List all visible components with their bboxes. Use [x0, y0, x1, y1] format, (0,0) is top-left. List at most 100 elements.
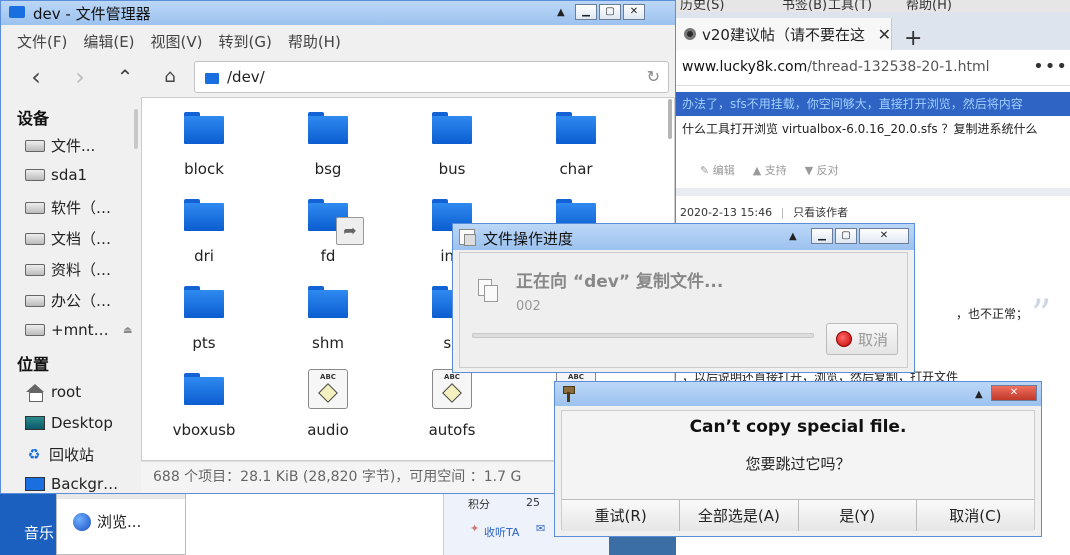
page-actions-icon[interactable]: ••• — [1033, 56, 1068, 77]
sidebar-place-trash[interactable]: ♻ 回收站 — [25, 444, 94, 465]
author-only-link[interactable]: 只看该作者 — [793, 206, 848, 219]
back-button[interactable]: ‹ — [21, 63, 51, 91]
menu-view[interactable]: 视图(V) — [151, 31, 203, 52]
url-path: /thread-132538-20-1.html — [807, 59, 990, 75]
chevron-up-icon[interactable]: ▲ — [789, 231, 797, 242]
score-label: 积分 — [468, 498, 490, 511]
sidebar-device-data[interactable]: 资料（… — [25, 259, 111, 280]
drive-icon — [25, 324, 45, 336]
menu-file[interactable]: 文件(F) — [17, 31, 67, 52]
file-item[interactable]: char — [514, 108, 638, 184]
maximize-button[interactable]: ▢ — [599, 4, 621, 20]
menubar: 文件(F) 编辑(E) 视图(V) 转到(G) 帮助(H) — [1, 27, 675, 55]
browser-menu-tools[interactable]: 工具(T) — [828, 0, 872, 12]
oppose-action[interactable]: ▼ 反对 — [805, 162, 839, 178]
alert-titlebar[interactable]: ▲ ✕ — [555, 382, 1041, 406]
menu-go[interactable]: 转到(G) — [219, 31, 272, 52]
url-bar[interactable]: www.lucky8k.com/thread-132538-20-1.html … — [676, 50, 1070, 86]
browse-item[interactable]: 浏览... — [57, 499, 185, 532]
yes-button[interactable]: 是(Y) — [797, 500, 916, 531]
post-meta: 2020-2-13 15:46 只看该作者 — [680, 204, 848, 220]
file-item[interactable]: ABC autofs — [390, 369, 514, 445]
browser-menu-bookmarks[interactable]: 书签(B) — [782, 0, 827, 12]
sidebar-place-backgrounds[interactable]: Backgr… — [25, 475, 118, 493]
home-button[interactable]: ⌂ — [155, 63, 185, 91]
close-button[interactable]: ✕ — [859, 228, 909, 244]
cancel-button[interactable]: 取消(C) — [915, 500, 1034, 531]
folder-icon — [308, 286, 348, 318]
sidebar-device-software[interactable]: 软件（… — [25, 197, 111, 218]
edit-action[interactable]: ✎ 编辑 — [700, 162, 735, 178]
menu-edit[interactable]: 编辑(E) — [83, 31, 134, 52]
sidebar-device-files[interactable]: 文件... — [25, 135, 95, 156]
file-item[interactable]: dri — [142, 195, 266, 271]
tab-favicon — [684, 28, 696, 40]
folder-icon — [205, 73, 219, 84]
file-item[interactable]: block — [142, 108, 266, 184]
sidebar-device-mnt[interactable]: +mnt… — [25, 321, 109, 339]
folder-icon — [556, 112, 596, 144]
places-heading: 位置 — [17, 355, 50, 374]
file-item-label: char — [559, 160, 593, 178]
toolbar: ‹ › ⌃ ⌂ /dev/ ↻ — [1, 57, 675, 97]
location-bar[interactable]: /dev/ ↻ — [194, 61, 669, 93]
sidebar-scrollbar[interactable] — [134, 109, 138, 149]
tab-close-icon[interactable]: ✕ — [878, 25, 891, 44]
chevron-up-icon[interactable]: ▲ — [975, 389, 983, 400]
sidebar-device-sda1[interactable]: sda1 — [25, 166, 87, 184]
progress-titlebar[interactable]: 文件操作进度 ▲ ▁ ▢ ✕ — [453, 224, 914, 250]
desktop-icon-label[interactable]: 音乐 — [24, 522, 54, 543]
content-scrollbar[interactable] — [668, 99, 672, 139]
yes-to-all-button[interactable]: 全部选是(A) — [679, 500, 798, 531]
progress-cancel-button[interactable]: 取消 — [826, 323, 898, 355]
folder-icon — [308, 112, 348, 144]
up-button[interactable]: ⌃ — [110, 63, 140, 91]
minimize-button[interactable]: ▁ — [811, 228, 833, 244]
chevron-up-icon[interactable]: ▲ — [557, 7, 565, 18]
file-manager-titlebar[interactable]: dev - 文件管理器 ▲ ▁ ▢ ✕ — [1, 1, 675, 25]
file-item[interactable]: bus — [390, 108, 514, 184]
support-action[interactable]: ▲ 支持 — [753, 162, 787, 178]
minimize-button[interactable]: ▁ — [575, 4, 597, 20]
sidebar: 设备 文件... sda1 软件（… 文档（… 资料（… 办公（… +mnt… … — [1, 97, 140, 493]
dialog-app-icon — [459, 229, 476, 246]
recycle-icon: ♻ — [27, 446, 41, 463]
file-item[interactable]: ➦ fd — [266, 195, 390, 271]
eject-icon[interactable]: ⏏ — [123, 325, 132, 336]
drive-icon — [25, 139, 45, 152]
retry-button[interactable]: 重试(R) — [562, 500, 680, 531]
message-icon[interactable]: ✉ — [536, 522, 545, 535]
symlink-arrow-icon: ➦ — [336, 217, 364, 245]
file-item[interactable]: pts — [142, 282, 266, 358]
forward-button[interactable]: › — [65, 63, 95, 91]
file-item[interactable]: ABC audio — [266, 369, 390, 445]
drive-icon — [25, 294, 45, 307]
close-button[interactable]: ✕ — [991, 385, 1037, 401]
browser-menu-help[interactable]: 帮助(H) — [906, 0, 952, 12]
new-tab-button[interactable]: + — [904, 26, 922, 51]
progress-detail: 002 — [516, 299, 541, 314]
browser-menu-history[interactable]: 历史(S) — [680, 0, 724, 12]
alert-buttons: 重试(R) 全部选是(A) 是(Y) 取消(C) — [562, 499, 1034, 531]
sidebar-place-root[interactable]: root — [25, 383, 81, 402]
reload-icon[interactable]: ↻ — [647, 67, 660, 86]
sidebar-device-office[interactable]: 办公（… — [25, 290, 111, 311]
file-item[interactable]: vboxusb — [142, 369, 266, 445]
post-text-line-2: ，也不正常； — [956, 307, 1029, 321]
close-button[interactable]: ✕ — [623, 4, 645, 20]
file-item[interactable]: bsg — [266, 108, 390, 184]
sidebar-place-desktop[interactable]: Desktop — [25, 414, 113, 432]
follow-link[interactable]: 收听TA — [484, 524, 519, 540]
browser-tab[interactable]: v20建议帖（请不要在这 ✕ — [676, 18, 892, 50]
menu-help[interactable]: 帮助(H) — [288, 31, 341, 52]
sidebar-device-documents[interactable]: 文档（… — [25, 228, 111, 249]
brush-icon — [561, 386, 575, 402]
copy-files-icon — [478, 279, 500, 303]
url-text[interactable]: www.lucky8k.com/thread-132538-20-1.html — [682, 59, 990, 75]
file-item[interactable]: shm — [266, 282, 390, 358]
folder-icon — [184, 286, 224, 318]
devices-heading: 设备 — [17, 109, 50, 128]
highlighted-text: 办法了，sfs不用挂载，你空间够大，直接打开浏览，然后将内容 — [676, 92, 1070, 116]
maximize-button[interactable]: ▢ — [835, 228, 857, 244]
folder-icon — [184, 112, 224, 144]
